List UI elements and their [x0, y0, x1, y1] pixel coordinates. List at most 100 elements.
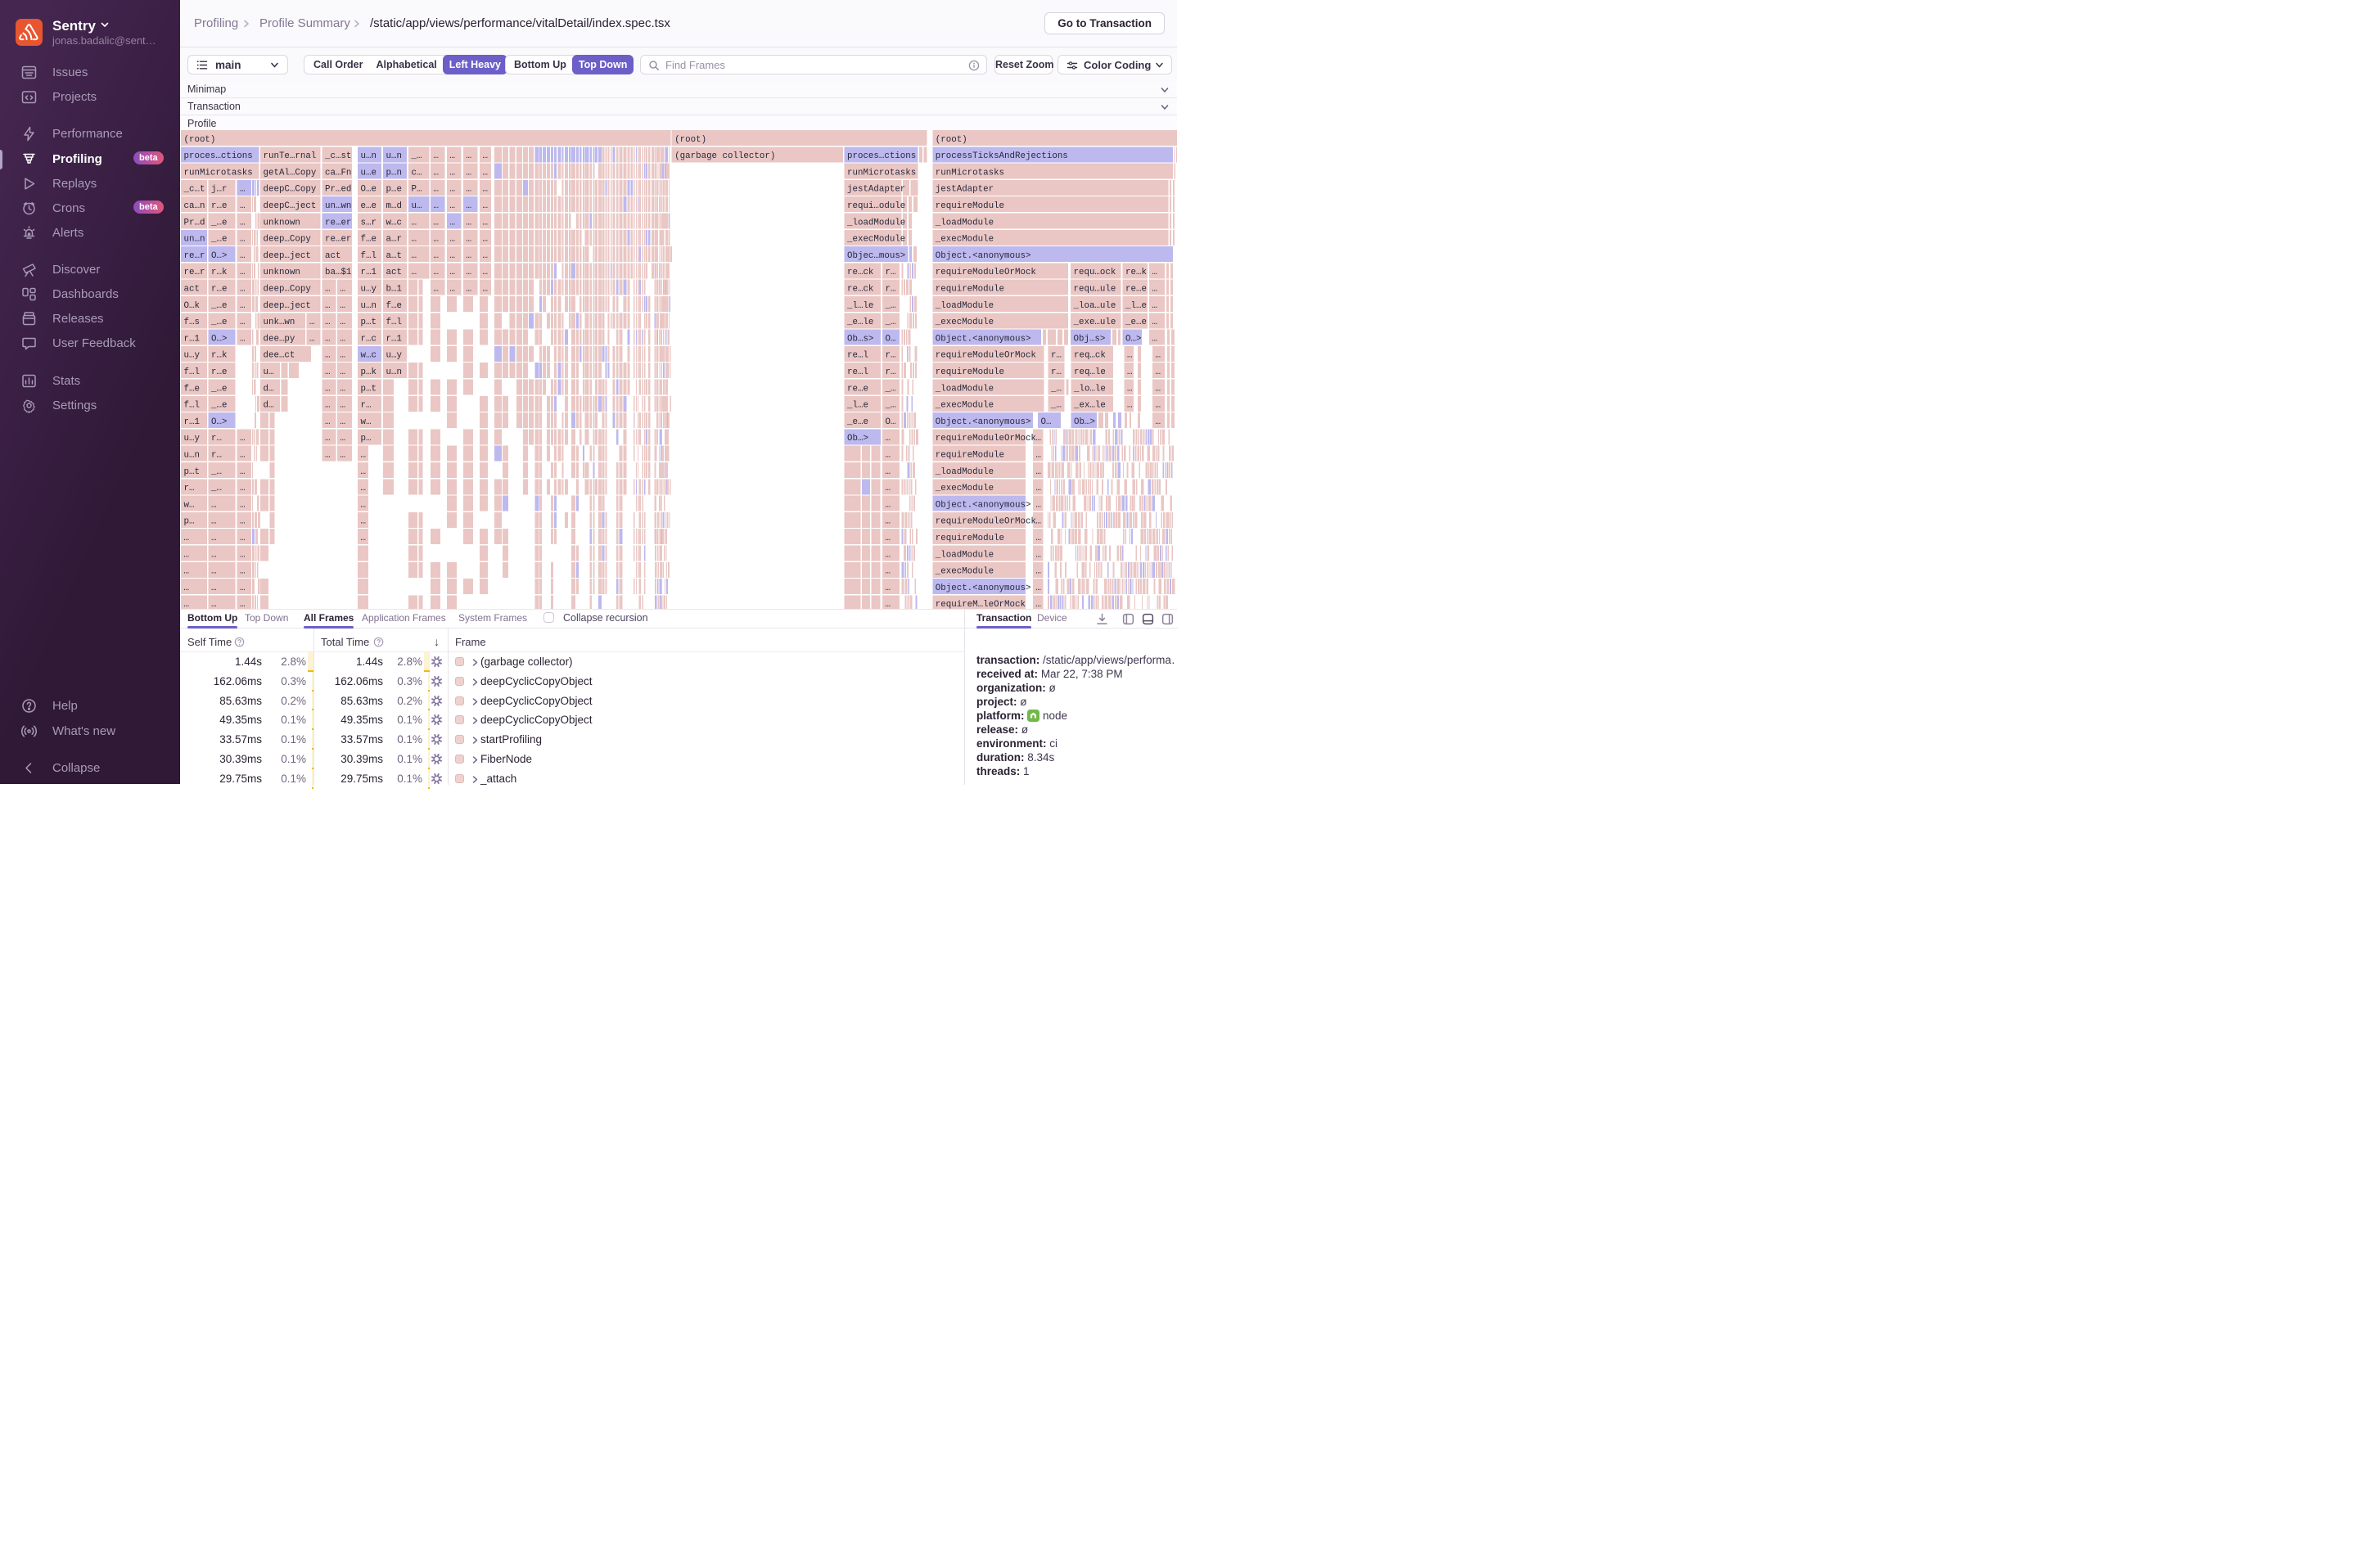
svg-text:…: …: [240, 500, 245, 510]
svg-text:(root): (root): [674, 135, 706, 145]
svg-text:requi…odule: requi…odule: [847, 201, 905, 211]
svg-text:…: …: [434, 201, 439, 211]
svg-text:…: …: [1127, 367, 1132, 377]
svg-text:…: …: [886, 467, 891, 477]
svg-text:Ob…s>: Ob…s>: [847, 334, 873, 344]
svg-text:getAl…Copy: getAl…Copy: [264, 168, 317, 178]
svg-text:p…t: p…t: [361, 384, 377, 394]
svg-text:_loadModule: _loadModule: [935, 384, 994, 394]
svg-text:…: …: [1152, 318, 1157, 327]
svg-text:O…e: O…e: [361, 185, 377, 195]
svg-text:_l…le: _l…le: [846, 301, 873, 311]
svg-text:…: …: [886, 567, 891, 577]
svg-text:…: …: [450, 235, 455, 245]
svg-text:r…: r…: [361, 401, 372, 411]
svg-text:re…ck: re…ck: [847, 268, 873, 277]
svg-text:ba…$1: ba…$1: [325, 268, 351, 277]
svg-text:…: …: [325, 334, 330, 344]
svg-text:_c…t: _c…t: [183, 185, 205, 195]
svg-text:_…e: _…e: [210, 384, 227, 394]
svg-text:…: …: [450, 201, 455, 211]
svg-text:re…r: re…r: [184, 268, 205, 277]
svg-text:r…e: r…e: [211, 201, 227, 211]
svg-text:…: …: [467, 151, 471, 161]
svg-text:…: …: [450, 285, 455, 295]
svg-text:…: …: [1036, 451, 1041, 461]
svg-text:O…: O…: [886, 417, 896, 427]
svg-text:…: …: [450, 251, 455, 261]
svg-text:…: …: [340, 451, 345, 461]
svg-text:b…1: b…1: [386, 285, 402, 295]
svg-text:…: …: [361, 534, 366, 543]
svg-text:requireModule: requireModule: [936, 534, 1004, 543]
svg-text:…: …: [434, 218, 439, 228]
svg-text:O…k: O…k: [184, 301, 200, 311]
svg-text:m…d: m…d: [386, 201, 402, 211]
svg-text:c…: c…: [412, 168, 422, 178]
svg-text:_execModule: _execModule: [935, 401, 994, 411]
svg-text:r…: r…: [211, 451, 222, 461]
svg-text:dee…py: dee…py: [264, 334, 295, 344]
svg-text:_l…e: _l…e: [1125, 301, 1147, 311]
svg-text:…: …: [325, 301, 330, 311]
svg-text:p…k: p…k: [361, 367, 377, 377]
svg-text:…: …: [412, 251, 417, 261]
svg-text:re…k: re…k: [1125, 268, 1147, 277]
svg-text:…: …: [240, 434, 245, 444]
svg-text:requireModuleOrMock: requireModuleOrMock: [936, 517, 1036, 527]
svg-text:f…l: f…l: [184, 367, 200, 377]
svg-text:…: …: [450, 185, 455, 195]
svg-text:…: …: [240, 484, 245, 493]
svg-text:e…e: e…e: [361, 201, 377, 211]
svg-text:f…e: f…e: [184, 384, 200, 394]
svg-text:_execModule: _execModule: [935, 484, 994, 493]
svg-text:_…: _…: [885, 401, 896, 411]
svg-text:r…: r…: [886, 367, 896, 377]
svg-text:…: …: [1036, 500, 1041, 510]
svg-text:…: …: [483, 218, 488, 228]
svg-text:jestAdapter: jestAdapter: [936, 185, 994, 195]
svg-text:f…l: f…l: [184, 401, 200, 411]
svg-text:…: …: [483, 185, 488, 195]
svg-text:ca…n: ca…n: [184, 201, 205, 211]
svg-text:r…: r…: [886, 351, 896, 361]
svg-text:…: …: [450, 168, 455, 178]
svg-text:_…e: _…e: [210, 318, 227, 327]
svg-text:re…ck: re…ck: [847, 285, 873, 295]
svg-text:…: …: [434, 185, 439, 195]
svg-text:proces…ctions: proces…ctions: [184, 151, 253, 161]
svg-text:…: …: [211, 600, 216, 609]
svg-text:f…l: f…l: [386, 318, 402, 327]
svg-text:_…: _…: [1050, 384, 1062, 394]
svg-text:…: …: [483, 268, 488, 277]
svg-text:re…r: re…r: [184, 251, 205, 261]
svg-text:…: …: [1036, 517, 1041, 527]
svg-text:_…e: _…e: [210, 301, 227, 311]
svg-text:req…ck: req…ck: [1074, 351, 1106, 361]
svg-text:deep…ject: deep…ject: [264, 301, 311, 311]
svg-text:O…>: O…>: [1125, 334, 1141, 344]
svg-text:un…wn: un…wn: [325, 201, 351, 211]
svg-text:…: …: [886, 583, 891, 593]
svg-text:_…e: _…e: [210, 235, 227, 245]
svg-text:…: …: [1036, 567, 1041, 577]
svg-text:deep…Copy: deep…Copy: [264, 235, 312, 245]
svg-text:…: …: [886, 600, 891, 609]
svg-text:u…n: u…n: [386, 151, 402, 161]
svg-text:Pr…ed: Pr…ed: [325, 185, 351, 195]
svg-text:_…: _…: [411, 151, 422, 161]
svg-text:dee…ct: dee…ct: [264, 351, 295, 361]
svg-text:_…: _…: [210, 467, 222, 477]
svg-text:d…: d…: [264, 384, 274, 394]
svg-text:…: …: [240, 185, 245, 195]
svg-text:…: …: [184, 534, 189, 543]
svg-text:…: …: [240, 301, 245, 311]
svg-text:…: …: [340, 401, 345, 411]
svg-text:…: …: [211, 583, 216, 593]
svg-text:…: …: [184, 550, 189, 560]
svg-text:…: …: [325, 367, 330, 377]
svg-text:r…e: r…e: [211, 285, 227, 295]
svg-text:Pr…d: Pr…d: [184, 218, 205, 228]
svg-text:…: …: [450, 218, 455, 228]
svg-text:requireModuleOrMock: requireModuleOrMock: [936, 268, 1036, 277]
